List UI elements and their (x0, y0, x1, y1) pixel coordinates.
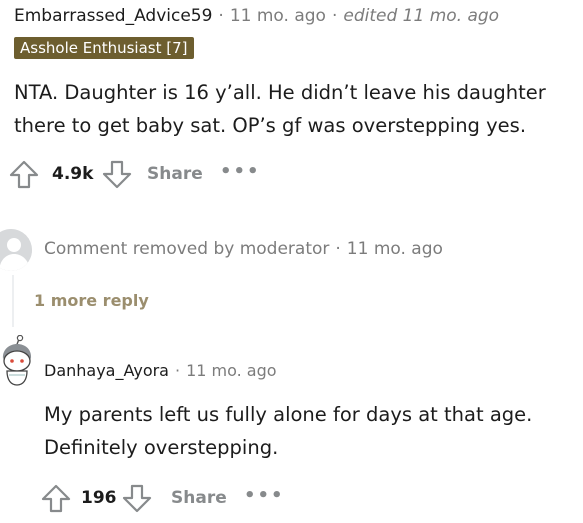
reply-body: My parents left us fully alone for days … (44, 398, 574, 464)
comment-body: NTA. Daughter is 16 y’all. He didn’t lea… (14, 76, 574, 142)
edited-timestamp: edited 11 mo. ago (343, 6, 500, 26)
user-flair: Asshole Enthusiast [7] (14, 37, 194, 59)
comment-author[interactable]: Embarrassed_Advice59 (14, 6, 212, 26)
removed-avatar-icon (0, 229, 32, 271)
thread-line[interactable] (12, 275, 14, 327)
meta-separator: · (335, 239, 341, 259)
meta-separator: · (331, 6, 338, 26)
meta-separator: · (174, 361, 181, 380)
upvote-icon[interactable] (40, 483, 72, 513)
removed-comment-meta: Comment removed by moderator · 11 mo. ago (44, 238, 443, 260)
more-options-button[interactable]: ••• (244, 485, 285, 507)
comment-timestamp[interactable]: 11 mo. ago (230, 6, 326, 26)
meta-separator: · (218, 6, 224, 26)
removed-comment-timestamp[interactable]: 11 mo. ago (347, 239, 443, 259)
removed-comment-text: Comment removed by moderator (44, 239, 330, 259)
comment-body-line: NTA. Daughter is 16 y’all. He didn’t lea… (14, 81, 546, 104)
upvote-icon[interactable] (8, 159, 40, 189)
reply-author[interactable]: Danhaya_Ayora (44, 361, 169, 380)
comment-body-line: there to get baby sat. OP’s gf was overs… (14, 114, 527, 137)
reply-body-line: My parents left us fully alone for days … (44, 403, 533, 426)
share-button[interactable]: Share (147, 159, 203, 189)
more-replies-link[interactable]: 1 more reply (34, 290, 149, 312)
downvote-icon[interactable] (101, 159, 133, 189)
vote-score: 4.9k (52, 164, 94, 184)
comment-actions: 4.9k Share ••• (8, 159, 268, 189)
vote-score: 196 (81, 488, 117, 508)
reply-timestamp[interactable]: 11 mo. ago (186, 361, 276, 380)
reply-body-line: Definitely overstepping. (44, 436, 279, 459)
share-button[interactable]: Share (171, 483, 227, 513)
reply-meta: Danhaya_Ayora · 11 mo. ago (44, 360, 277, 382)
downvote-icon[interactable] (121, 483, 153, 513)
avatar[interactable] (0, 334, 34, 389)
comment-meta: Embarrassed_Advice59 · 11 mo. ago · edited 1… (14, 5, 499, 27)
reply-actions: 196 Share ••• (40, 483, 290, 513)
more-options-button[interactable]: ••• (220, 161, 261, 183)
